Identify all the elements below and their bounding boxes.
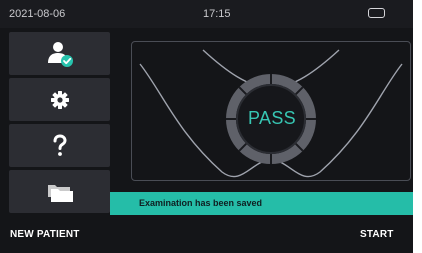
battery-icon <box>368 8 385 18</box>
device-screen: 2021-08-06 17:15 PASS Examination has be… <box>0 0 422 253</box>
start-button[interactable]: START <box>360 229 394 240</box>
save-notification: Examination has been saved <box>110 192 413 215</box>
new-patient-button[interactable]: NEW PATIENT <box>10 229 80 240</box>
folders-icon <box>47 184 73 202</box>
status-bar: 2021-08-06 17:15 <box>0 0 413 28</box>
question-icon <box>53 133 67 156</box>
examination-viewport: PASS <box>131 41 411 181</box>
sidebar-patient-button[interactable] <box>9 32 110 75</box>
sidebar-help-button[interactable] <box>9 124 110 167</box>
app-frame: 2021-08-06 17:15 PASS Examination has be… <box>0 0 413 253</box>
user-check-icon <box>47 41 73 67</box>
gear-icon <box>50 90 69 109</box>
notification-text: Examination has been saved <box>139 198 263 208</box>
sidebar-settings-button[interactable] <box>9 78 110 121</box>
sidebar-records-button[interactable] <box>9 170 110 213</box>
status-date: 2021-08-06 <box>9 8 66 20</box>
status-time: 17:15 <box>203 8 231 20</box>
result-text: PASS <box>248 108 296 128</box>
